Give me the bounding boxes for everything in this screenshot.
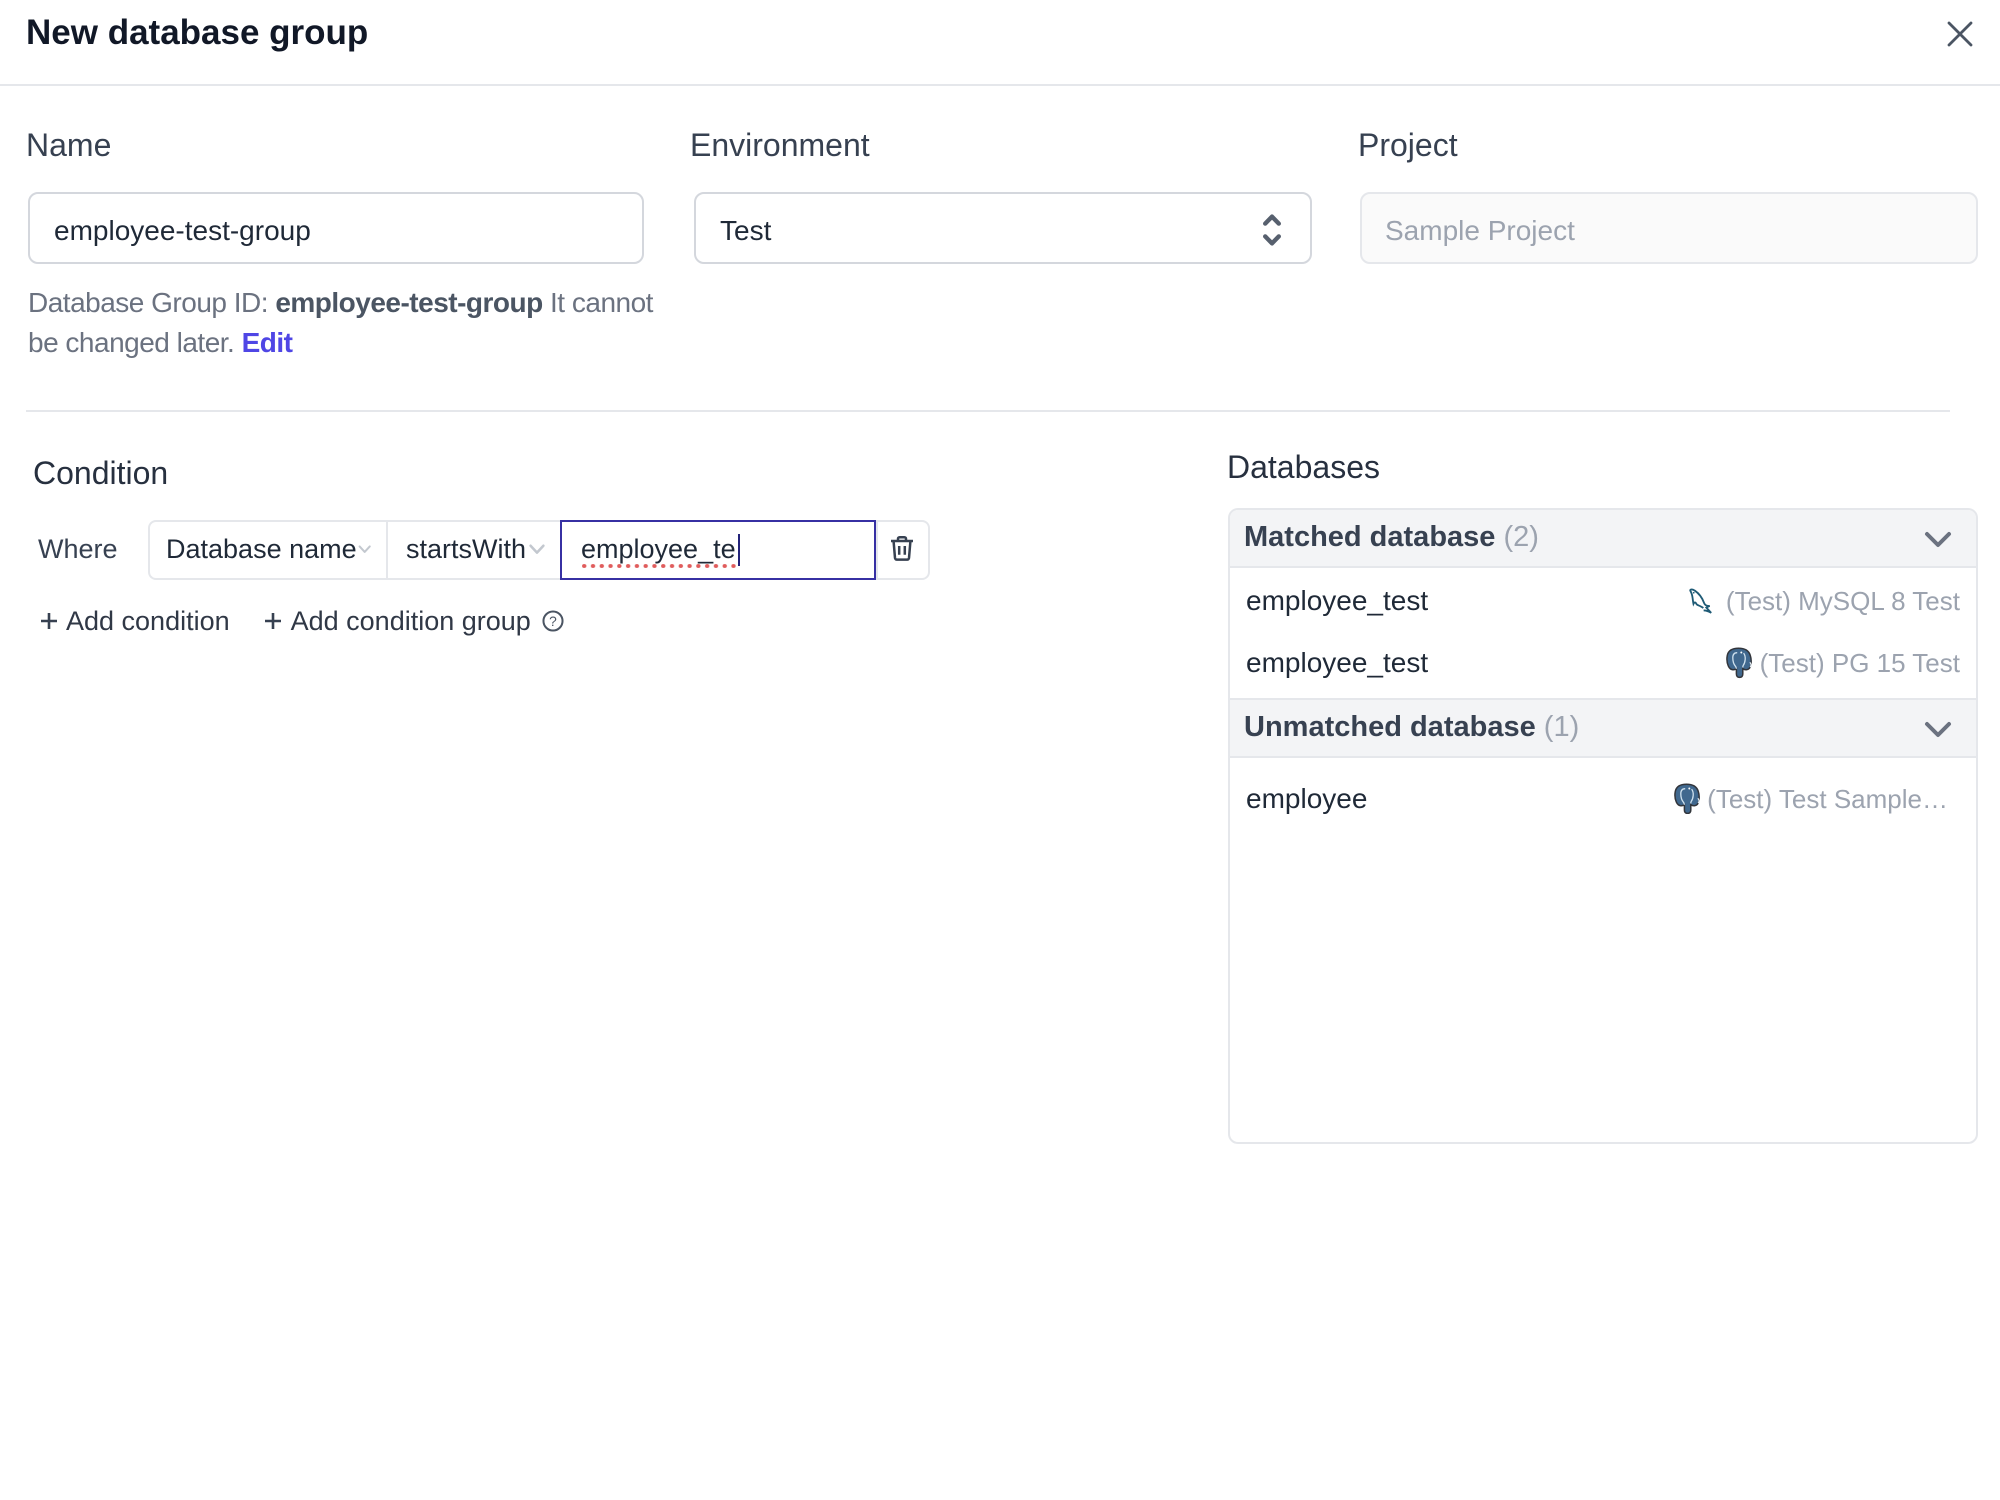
- svg-text:?: ?: [550, 613, 558, 628]
